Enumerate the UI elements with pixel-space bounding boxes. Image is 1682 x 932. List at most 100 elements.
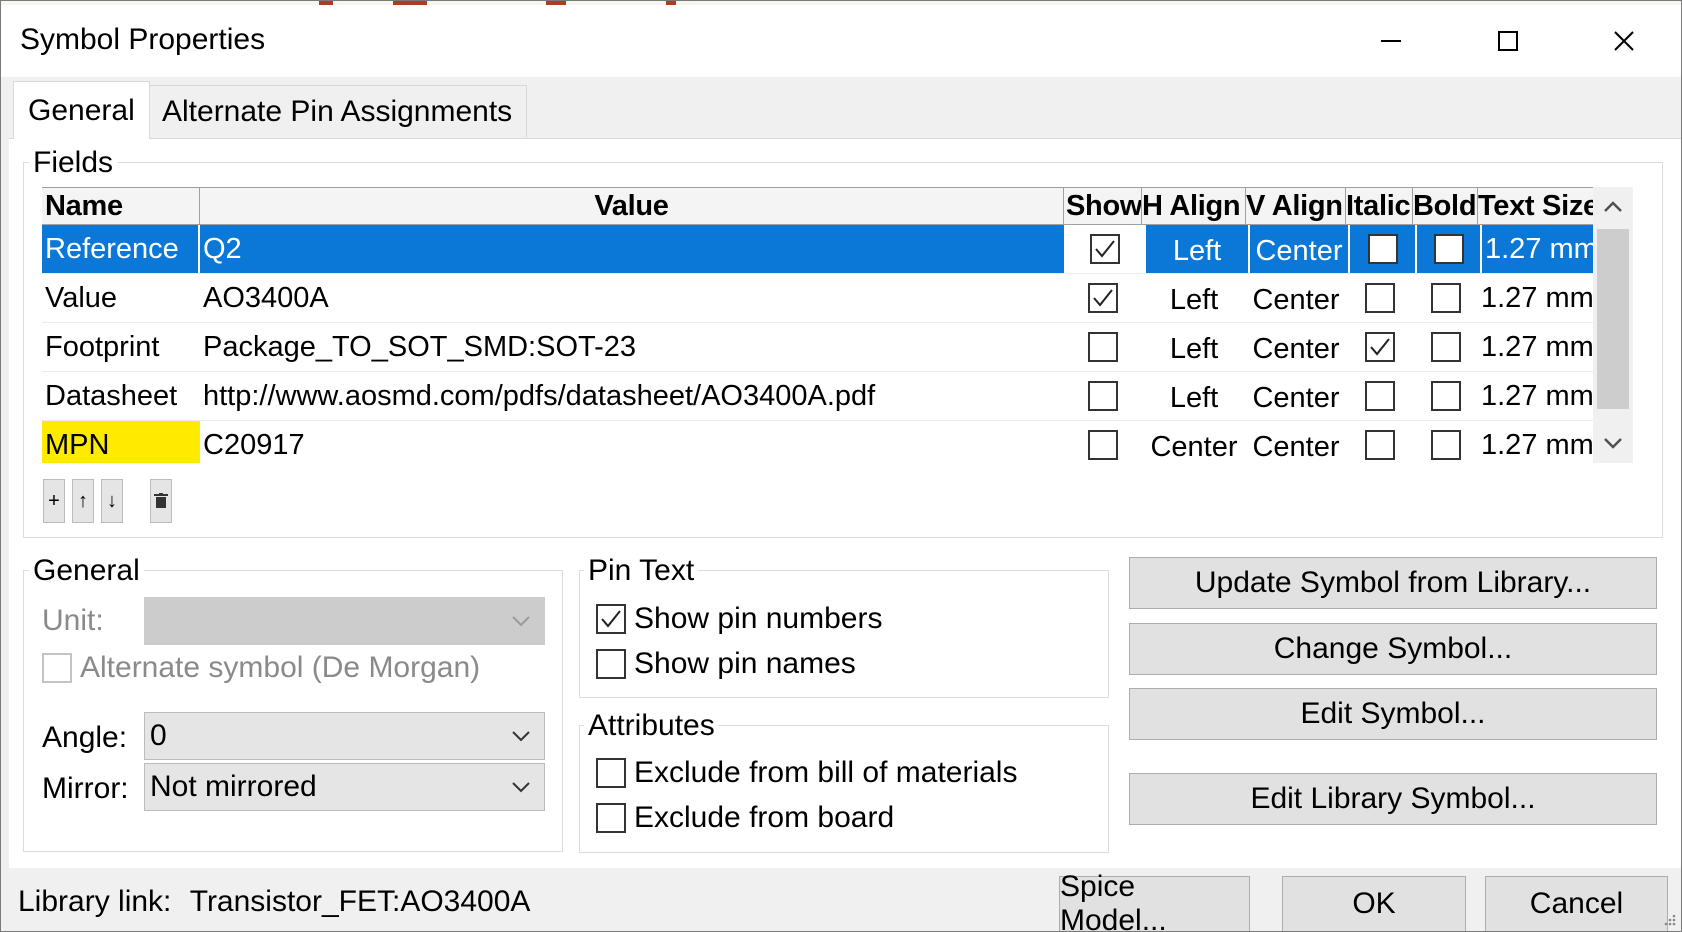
angle-select[interactable]: 0 xyxy=(144,712,545,760)
field-show-cell[interactable] xyxy=(1064,421,1142,463)
add-field-button[interactable]: + xyxy=(43,479,65,523)
column-header-h-align[interactable]: H Align xyxy=(1142,188,1246,225)
field-bold-cell[interactable] xyxy=(1415,225,1480,274)
bold-checkbox[interactable] xyxy=(1433,234,1464,264)
column-header-value[interactable]: Value xyxy=(200,188,1064,225)
field-text-size-cell[interactable]: 1.27 mm xyxy=(1480,225,1602,274)
field-value-cell[interactable]: Q2 xyxy=(200,225,1064,274)
field-text-size-cell[interactable]: 1.27 mm xyxy=(1478,274,1602,323)
exclude-board-checkbox[interactable] xyxy=(596,803,626,833)
field-v-align-cell[interactable]: Center xyxy=(1248,225,1348,274)
show-pin-names-row[interactable]: Show pin names xyxy=(596,647,856,681)
show-pin-numbers-checkbox[interactable] xyxy=(596,604,626,634)
field-name-cell[interactable]: Datasheet xyxy=(42,372,200,421)
table-row[interactable]: MPN C20917 Center Center 1.27 mm xyxy=(42,421,1602,463)
field-name-cell[interactable]: MPN xyxy=(42,421,200,463)
field-value-cell[interactable]: C20917 xyxy=(200,421,1064,463)
move-down-button[interactable]: ↓ xyxy=(101,479,123,523)
bold-checkbox[interactable] xyxy=(1430,381,1461,411)
field-bold-cell[interactable] xyxy=(1413,372,1478,421)
field-value-cell[interactable]: Package_TO_SOT_SMD:SOT-23 xyxy=(200,323,1064,372)
scroll-up-icon[interactable] xyxy=(1593,189,1633,225)
minimize-button[interactable] xyxy=(1346,15,1436,67)
field-italic-cell[interactable] xyxy=(1346,274,1413,323)
table-row[interactable]: Value AO3400A Left Center 1.27 mm xyxy=(42,274,1602,323)
grid-vertical-scrollbar[interactable] xyxy=(1593,187,1633,463)
maximize-button[interactable] xyxy=(1463,15,1553,67)
column-header-bold[interactable]: Bold xyxy=(1413,188,1478,225)
field-h-align-cell[interactable]: Left xyxy=(1142,274,1246,323)
field-h-align-cell[interactable]: Left xyxy=(1144,225,1248,274)
tab-alternate-pin-assignments[interactable]: Alternate Pin Assignments xyxy=(147,85,528,137)
spice-model-button[interactable]: Spice Model... xyxy=(1059,870,1250,931)
scroll-down-icon[interactable] xyxy=(1593,425,1633,461)
show-checkbox[interactable] xyxy=(1088,430,1118,460)
field-v-align-cell[interactable]: Center xyxy=(1246,421,1346,463)
field-h-align-cell[interactable]: Left xyxy=(1142,323,1246,372)
field-bold-cell[interactable] xyxy=(1413,323,1478,372)
exclude-bom-row[interactable]: Exclude from bill of materials xyxy=(596,756,1017,790)
column-header-v-align[interactable]: V Align xyxy=(1246,188,1346,225)
table-row[interactable]: Datasheet http://www.aosmd.com/pdfs/datas… xyxy=(42,372,1602,421)
delete-field-button[interactable] xyxy=(150,479,172,523)
change-symbol-button[interactable]: Change Symbol... xyxy=(1129,623,1657,675)
field-show-cell[interactable] xyxy=(1064,372,1142,421)
show-pin-numbers-row[interactable]: Show pin numbers xyxy=(596,602,882,636)
field-italic-cell[interactable] xyxy=(1346,372,1413,421)
exclude-bom-checkbox[interactable] xyxy=(596,758,626,788)
show-pin-names-checkbox[interactable] xyxy=(596,649,626,679)
italic-checkbox[interactable] xyxy=(1364,332,1395,362)
field-bold-cell[interactable] xyxy=(1413,274,1478,323)
field-italic-cell[interactable] xyxy=(1346,323,1413,372)
field-text-size-cell[interactable]: 1.27 mm xyxy=(1478,372,1602,421)
field-name-cell[interactable]: Reference xyxy=(42,225,200,274)
show-checkbox[interactable] xyxy=(1088,332,1118,362)
move-up-button[interactable]: ↑ xyxy=(72,479,94,523)
table-row[interactable]: Reference Q2 Left Center 1.27 mm xyxy=(42,225,1602,274)
bold-checkbox[interactable] xyxy=(1430,430,1461,460)
field-show-cell[interactable] xyxy=(1064,274,1142,323)
column-header-show[interactable]: Show xyxy=(1064,188,1142,225)
mirror-select[interactable]: Not mirrored xyxy=(144,763,545,811)
show-checkbox[interactable] xyxy=(1090,234,1120,264)
alternate-symbol-checkbox[interactable] xyxy=(42,653,72,683)
field-show-cell[interactable] xyxy=(1066,225,1144,274)
close-button[interactable] xyxy=(1579,15,1669,67)
field-name-cell[interactable]: Value xyxy=(42,274,200,323)
field-text-size-cell[interactable]: 1.27 mm xyxy=(1478,323,1602,372)
edit-symbol-button[interactable]: Edit Symbol... xyxy=(1129,688,1657,740)
field-h-align-cell[interactable]: Left xyxy=(1142,372,1246,421)
alternate-symbol-checkbox-row[interactable]: Alternate symbol (De Morgan) xyxy=(42,651,480,685)
field-v-align-cell[interactable]: Center xyxy=(1246,274,1346,323)
bold-checkbox[interactable] xyxy=(1430,283,1461,313)
field-h-align-cell[interactable]: Center xyxy=(1142,421,1246,463)
italic-checkbox[interactable] xyxy=(1364,430,1395,460)
field-value-cell[interactable]: http://www.aosmd.com/pdfs/datasheet/AO34… xyxy=(200,372,1064,421)
field-bold-cell[interactable] xyxy=(1413,421,1478,463)
field-text-size-cell[interactable]: 1.27 mm xyxy=(1478,421,1602,463)
field-name-cell[interactable]: Footprint xyxy=(42,323,200,372)
field-v-align-cell[interactable]: Center xyxy=(1246,323,1346,372)
column-header-name[interactable]: Name xyxy=(42,188,200,225)
italic-checkbox[interactable] xyxy=(1367,234,1398,264)
table-row[interactable]: Footprint Package_TO_SOT_SMD:SOT-23 Left Ce… xyxy=(42,323,1602,372)
column-header-italic[interactable]: Italic xyxy=(1346,188,1413,225)
scrollbar-thumb[interactable] xyxy=(1597,229,1629,409)
resize-grip-icon[interactable] xyxy=(1661,911,1677,927)
ok-button[interactable]: OK xyxy=(1282,876,1466,931)
field-italic-cell[interactable] xyxy=(1348,225,1415,274)
field-value-cell[interactable]: AO3400A xyxy=(200,274,1064,323)
italic-checkbox[interactable] xyxy=(1364,283,1395,313)
field-v-align-cell[interactable]: Center xyxy=(1246,372,1346,421)
show-checkbox[interactable] xyxy=(1088,381,1118,411)
show-checkbox[interactable] xyxy=(1088,283,1118,313)
update-symbol-from-library-button[interactable]: Update Symbol from Library... xyxy=(1129,557,1657,609)
exclude-board-row[interactable]: Exclude from board xyxy=(596,801,894,835)
cancel-button[interactable]: Cancel xyxy=(1485,876,1668,931)
field-italic-cell[interactable] xyxy=(1346,421,1413,463)
edit-library-symbol-button[interactable]: Edit Library Symbol... xyxy=(1129,773,1657,825)
italic-checkbox[interactable] xyxy=(1364,381,1395,411)
tab-general[interactable]: General xyxy=(13,81,150,139)
column-header-text-size[interactable]: Text Size xyxy=(1478,188,1602,225)
field-show-cell[interactable] xyxy=(1064,323,1142,372)
